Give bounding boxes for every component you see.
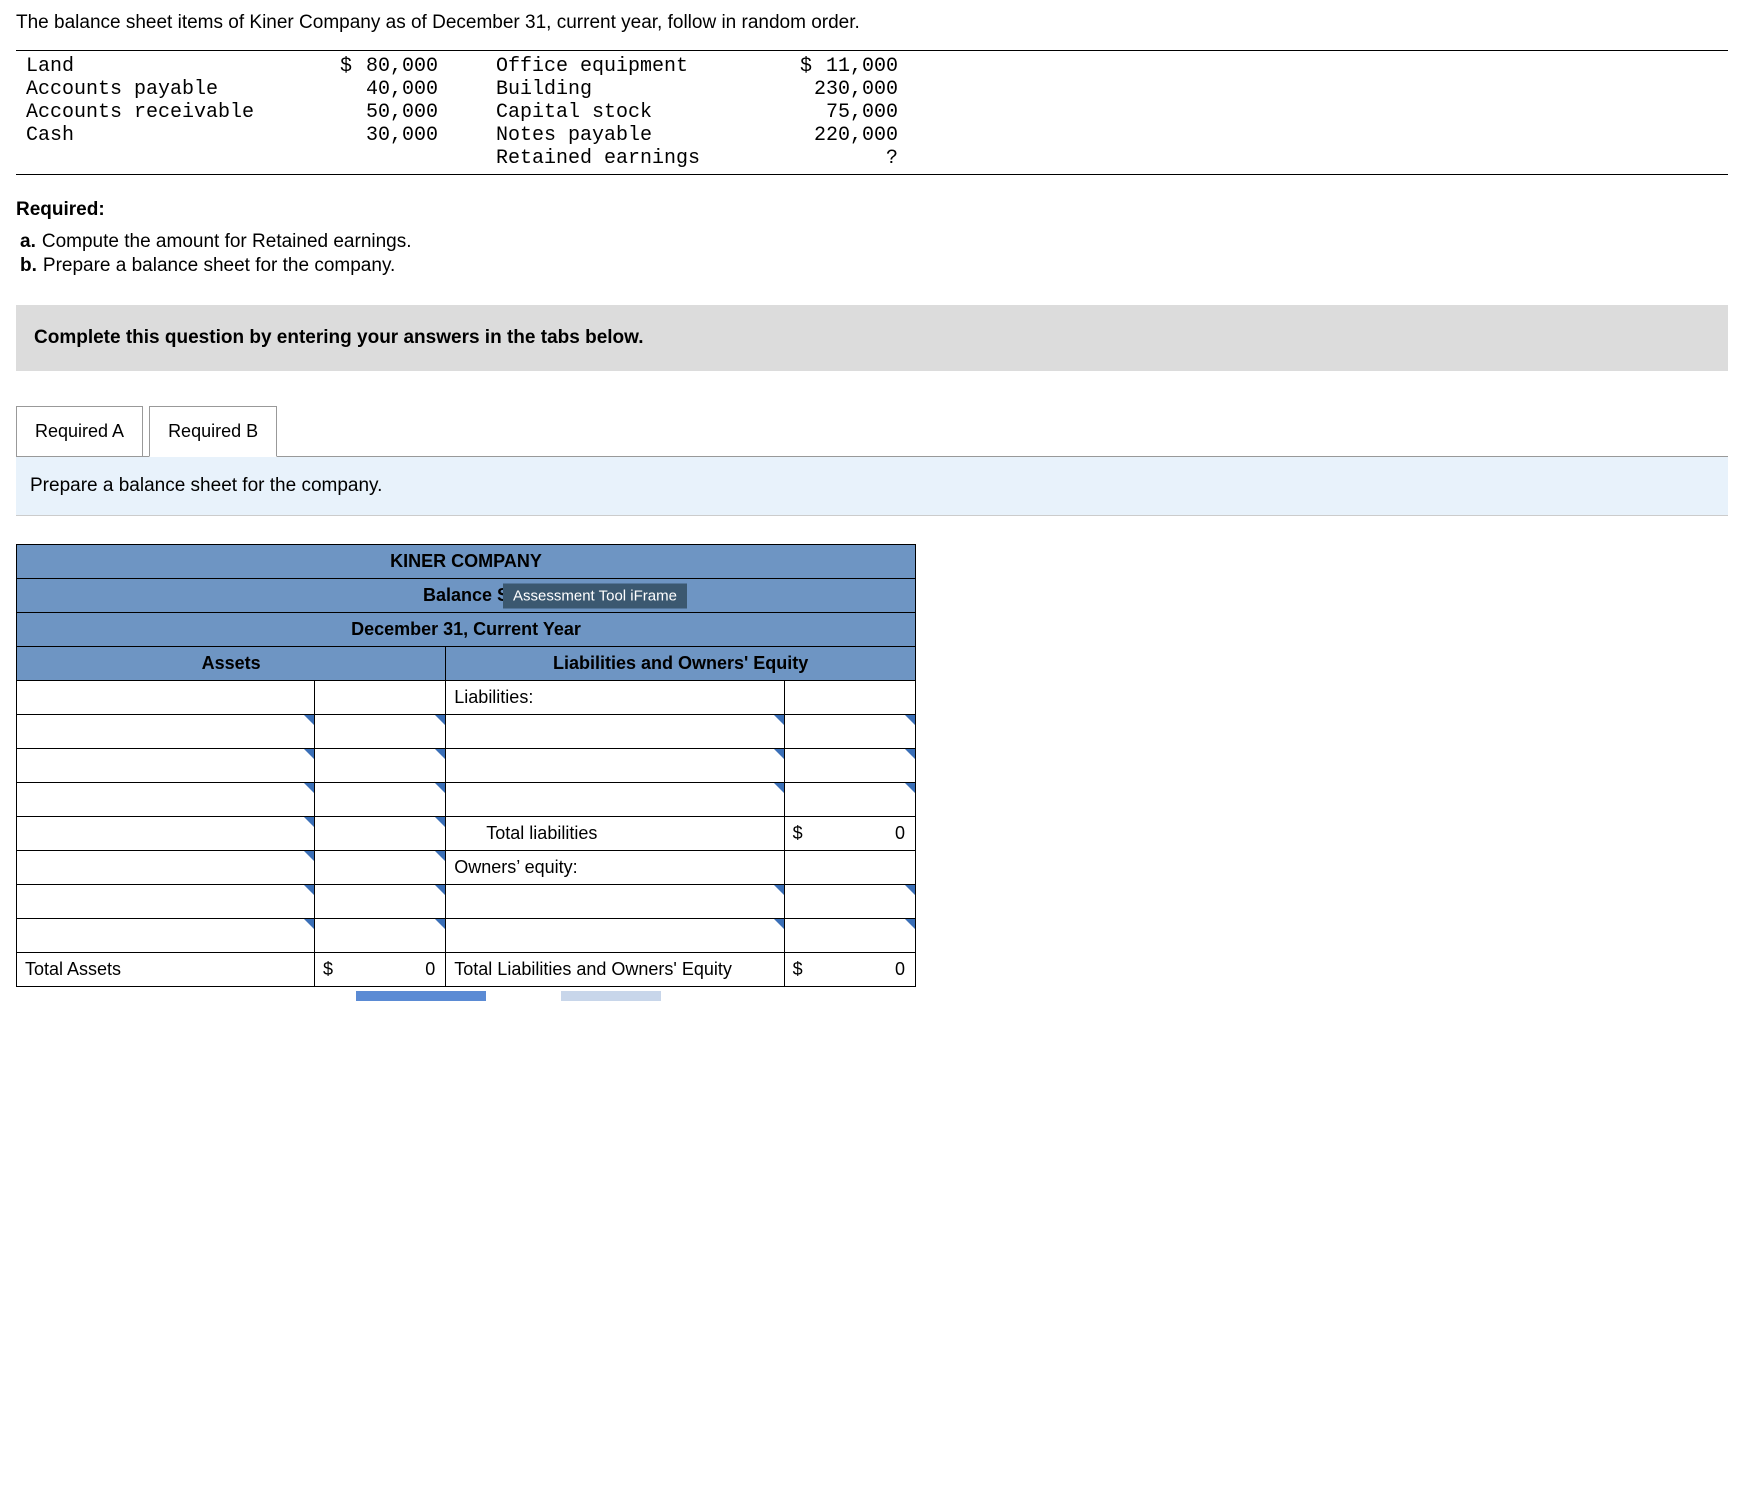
sheet-title-text: Balance S bbox=[423, 585, 509, 605]
asset-dropdown[interactable] bbox=[17, 885, 315, 919]
sheet-title: Balance S Assessment Tool iFrame bbox=[17, 579, 916, 613]
req-letter: a. bbox=[20, 231, 42, 252]
item-value: 230,000 bbox=[814, 78, 898, 101]
equity-amount-input[interactable] bbox=[784, 919, 915, 953]
liab-dropdown[interactable] bbox=[446, 783, 784, 817]
item-value: 40,000 bbox=[366, 78, 438, 101]
currency-symbol: $ bbox=[340, 55, 354, 78]
given-data-table: Land $ 80,000 Office equipment $ 11,000 … bbox=[16, 50, 1728, 175]
tab-required-b[interactable]: Required B bbox=[149, 406, 277, 457]
asset-amount-input[interactable] bbox=[314, 885, 445, 919]
item-label: Land bbox=[16, 55, 326, 78]
item-label: Retained earnings bbox=[486, 147, 786, 170]
asset-amount-cell[interactable] bbox=[314, 681, 445, 715]
item-label: Capital stock bbox=[486, 101, 786, 124]
required-heading: Required: bbox=[16, 199, 1728, 221]
total-liab-equity-label: Total Liabilities and Owners' Equity bbox=[446, 953, 784, 987]
owners-equity-label: Owners’ equity: bbox=[446, 851, 784, 885]
req-text: Prepare a balance sheet for the company. bbox=[43, 255, 395, 276]
liab-amount-input[interactable] bbox=[784, 715, 915, 749]
assets-heading: Assets bbox=[17, 647, 446, 681]
asset-amount-input[interactable] bbox=[314, 851, 445, 885]
total-liabilities-label: Total liabilities bbox=[446, 817, 784, 851]
item-value: 80,000 bbox=[366, 55, 438, 78]
equity-dropdown[interactable] bbox=[446, 919, 784, 953]
item-label: Building bbox=[486, 78, 786, 101]
tabs: Required A Required B bbox=[16, 405, 1728, 457]
item-value: 11,000 bbox=[826, 55, 898, 78]
asset-dropdown[interactable] bbox=[17, 851, 315, 885]
sheet-company: KINER COMPANY bbox=[17, 545, 916, 579]
liab-equity-heading: Liabilities and Owners' Equity bbox=[446, 647, 916, 681]
req-letter: b. bbox=[20, 255, 43, 276]
liab-dropdown[interactable] bbox=[446, 749, 784, 783]
sheet-date: December 31, Current Year bbox=[17, 613, 916, 647]
asset-amount-input[interactable] bbox=[314, 715, 445, 749]
instruction-bar: Complete this question by entering your … bbox=[16, 305, 1728, 371]
balance-sheet-table: KINER COMPANY Balance S Assessment Tool … bbox=[16, 544, 916, 987]
asset-amount-input[interactable] bbox=[314, 783, 445, 817]
item-value: ? bbox=[886, 147, 898, 170]
total-assets-label: Total Assets bbox=[17, 953, 315, 987]
item-value: 220,000 bbox=[814, 124, 898, 147]
horizontal-scrollbar[interactable] bbox=[16, 991, 916, 1005]
item-label: Office equipment bbox=[486, 55, 786, 78]
asset-amount-input[interactable] bbox=[314, 817, 445, 851]
asset-amount-input[interactable] bbox=[314, 749, 445, 783]
problem-intro: The balance sheet items of Kiner Company… bbox=[16, 12, 1728, 34]
asset-dropdown[interactable] bbox=[17, 817, 315, 851]
requirements-list: a.Compute the amount for Retained earnin… bbox=[16, 231, 1728, 277]
asset-dropdown[interactable] bbox=[17, 919, 315, 953]
tab-required-a[interactable]: Required A bbox=[16, 406, 143, 457]
req-text: Compute the amount for Retained earnings… bbox=[42, 231, 412, 252]
asset-amount-input[interactable] bbox=[314, 919, 445, 953]
liab-amount-input[interactable] bbox=[784, 783, 915, 817]
liab-dropdown[interactable] bbox=[446, 715, 784, 749]
equity-amount-cell[interactable] bbox=[784, 851, 915, 885]
item-value: 50,000 bbox=[366, 101, 438, 124]
asset-dropdown[interactable] bbox=[17, 783, 315, 817]
asset-cell[interactable] bbox=[17, 681, 315, 715]
liab-amount-cell[interactable] bbox=[784, 681, 915, 715]
item-label: Accounts receivable bbox=[16, 101, 326, 124]
item-label: Cash bbox=[16, 124, 326, 147]
equity-amount-input[interactable] bbox=[784, 885, 915, 919]
item-value: 30,000 bbox=[366, 124, 438, 147]
total-liabilities-value: $0 bbox=[784, 817, 915, 851]
item-value: 75,000 bbox=[826, 101, 898, 124]
asset-dropdown[interactable] bbox=[17, 715, 315, 749]
item-label: Accounts payable bbox=[16, 78, 326, 101]
total-liab-equity-value: $0 bbox=[784, 953, 915, 987]
equity-dropdown[interactable] bbox=[446, 885, 784, 919]
tab-instruction: Prepare a balance sheet for the company. bbox=[16, 457, 1728, 516]
liabilities-label: Liabilities: bbox=[446, 681, 784, 715]
item-label: Notes payable bbox=[486, 124, 786, 147]
currency-symbol: $ bbox=[800, 55, 814, 78]
asset-dropdown[interactable] bbox=[17, 749, 315, 783]
liab-amount-input[interactable] bbox=[784, 749, 915, 783]
total-assets-value: $0 bbox=[314, 953, 445, 987]
assessment-tooltip: Assessment Tool iFrame bbox=[503, 583, 687, 608]
